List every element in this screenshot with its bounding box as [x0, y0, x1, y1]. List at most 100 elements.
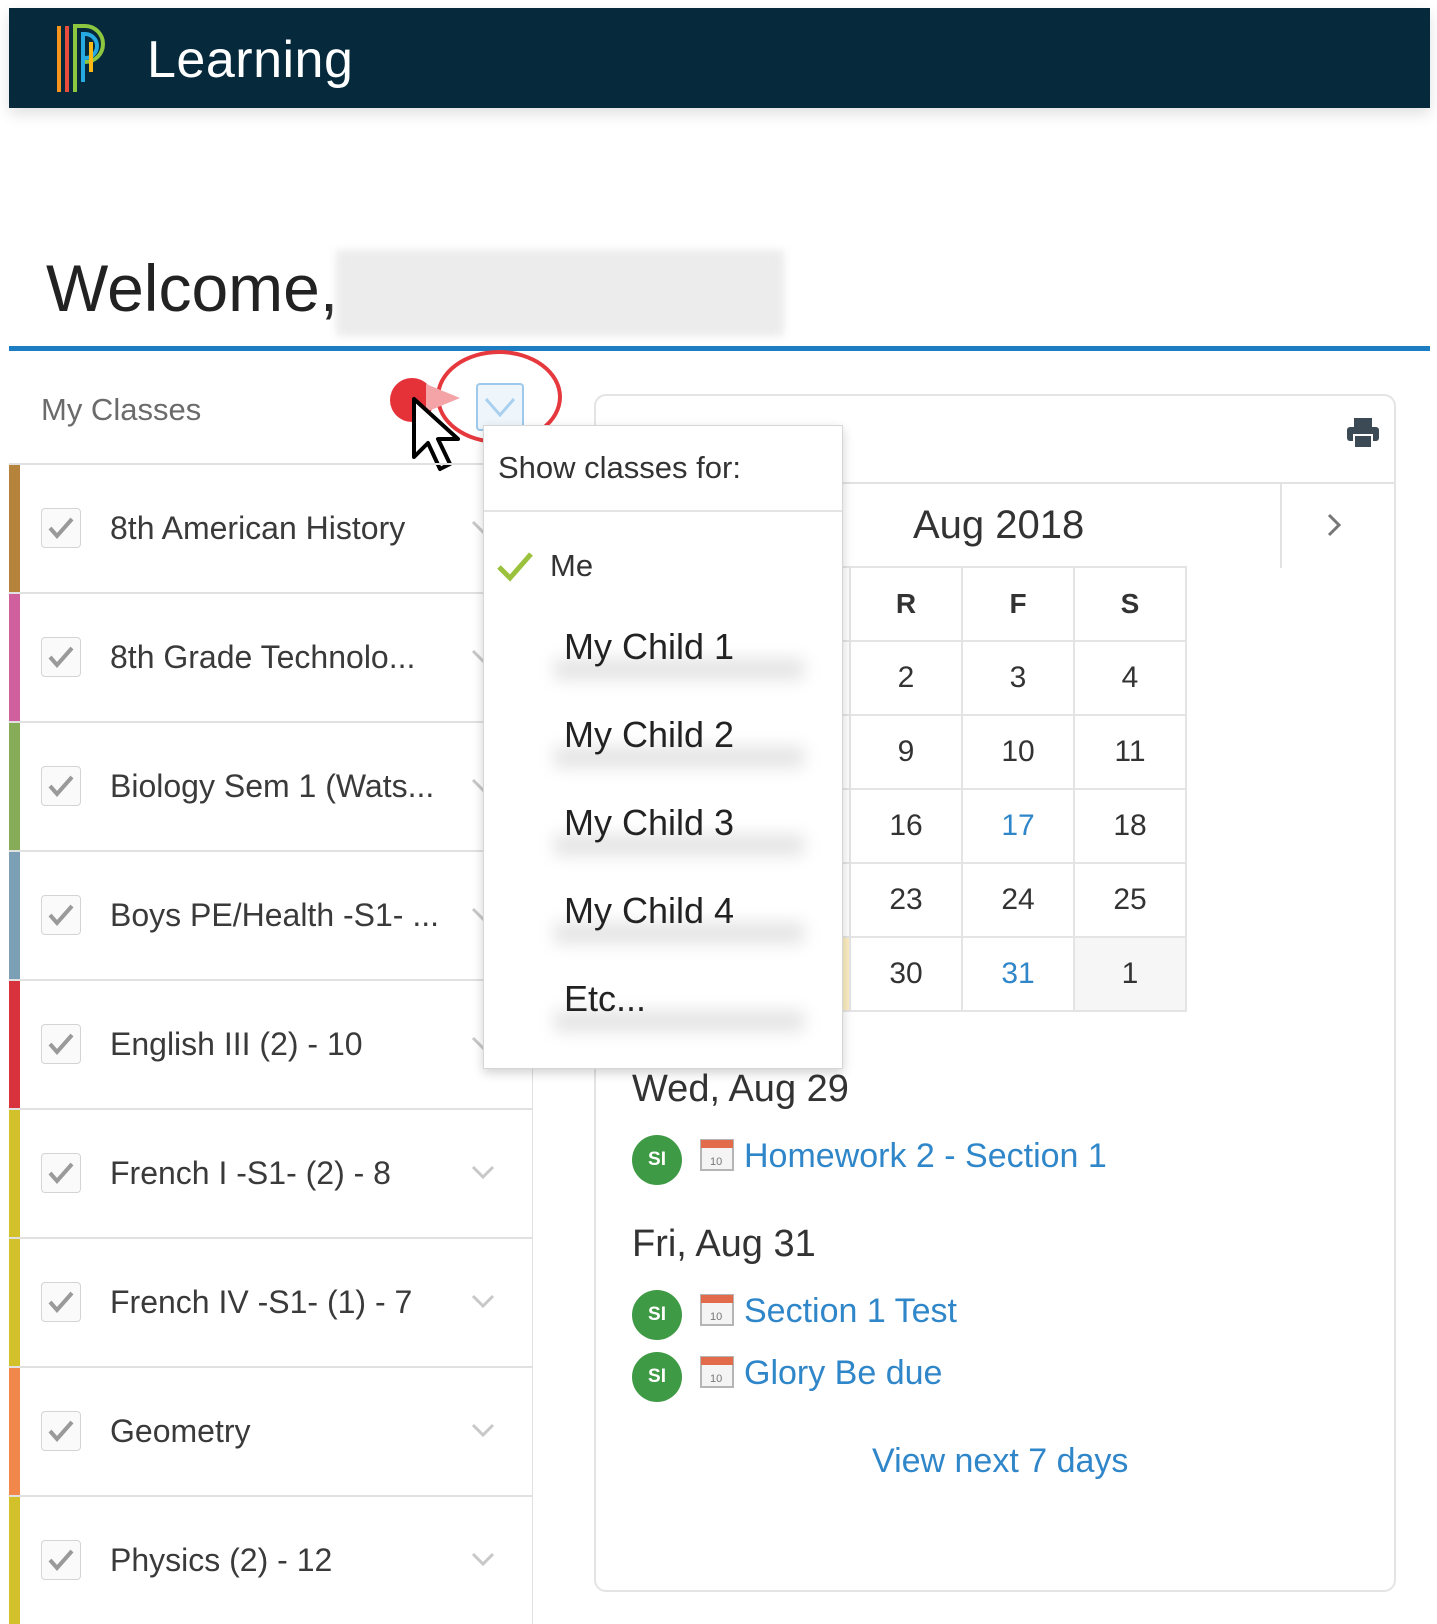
menu-divider: [484, 510, 842, 512]
calendar-day[interactable]: 3: [961, 640, 1075, 716]
calendar-day[interactable]: 30: [849, 936, 963, 1012]
menu-item-child[interactable]: My Child 1: [564, 626, 734, 668]
weekday-header: F: [961, 566, 1075, 642]
menu-item-child[interactable]: My Child 3: [564, 802, 734, 844]
class-row[interactable]: 8th Grade Technolo...: [9, 592, 533, 721]
event-title-link[interactable]: Section 1 Test: [744, 1292, 957, 1331]
class-row[interactable]: Biology Sem 1 (Wats...: [9, 721, 533, 850]
event-title-link[interactable]: Homework 2 - Section 1: [744, 1137, 1107, 1176]
chevron-down-icon[interactable]: [471, 1422, 495, 1438]
chevron-down-icon[interactable]: [471, 1551, 495, 1567]
welcome-divider: [9, 346, 1430, 351]
calendar-month-label: Aug 2018: [913, 503, 1085, 547]
class-checkbox[interactable]: [41, 895, 81, 935]
class-row[interactable]: Boys PE/Health -S1- ...: [9, 850, 533, 979]
menu-heading: Show classes for:: [498, 450, 741, 485]
class-row[interactable]: Geometry: [9, 1366, 533, 1495]
calendar-day[interactable]: 10: [961, 714, 1075, 790]
calendar-day[interactable]: 4: [1073, 640, 1187, 716]
menu-item-child[interactable]: My Child 4: [564, 890, 734, 932]
class-badge: SI: [632, 1135, 682, 1185]
calendar-day[interactable]: 9: [849, 714, 963, 790]
class-checkbox[interactable]: [41, 637, 81, 677]
calendar-day[interactable]: 23: [849, 862, 963, 938]
class-color-bar: [9, 465, 20, 592]
class-checkbox[interactable]: [41, 1024, 81, 1064]
top-navigation-bar: Learning: [9, 8, 1430, 108]
class-row[interactable]: 8th American History: [9, 463, 533, 592]
calendar-day-with-events[interactable]: 17: [961, 788, 1075, 864]
my-classes-title: My Classes: [41, 392, 202, 427]
powerschool-logo-icon[interactable]: [55, 22, 113, 94]
class-checkbox[interactable]: [41, 1540, 81, 1580]
checkmark-icon: [48, 1291, 74, 1314]
calendar-day[interactable]: 2: [849, 640, 963, 716]
class-name[interactable]: Boys PE/Health -S1- ...: [110, 897, 439, 934]
view-next-7-days-link[interactable]: View next 7 days: [872, 1442, 1128, 1481]
checkmark-icon: [48, 1549, 74, 1572]
class-name[interactable]: 8th American History: [110, 510, 405, 547]
chevron-down-icon[interactable]: [471, 1293, 495, 1309]
class-name[interactable]: Physics (2) - 12: [110, 1542, 332, 1579]
checkmark-icon: [48, 775, 74, 798]
class-name[interactable]: French I -S1- (2) - 8: [110, 1155, 391, 1192]
event-item[interactable]: SI 10 Homework 2 - Section 1: [632, 1135, 1107, 1197]
event-title-link[interactable]: Glory Be due: [744, 1354, 942, 1393]
class-color-bar: [9, 981, 20, 1108]
class-color-bar: [9, 594, 20, 721]
print-icon[interactable]: [1346, 417, 1380, 449]
show-classes-for-menu: Show classes for: Me My Child 1 My Child…: [483, 425, 843, 1069]
class-name[interactable]: Biology Sem 1 (Wats...: [110, 768, 434, 805]
class-name[interactable]: English III (2) - 10: [110, 1026, 363, 1063]
calendar-day[interactable]: 11: [1073, 714, 1187, 790]
calendar-day[interactable]: 1: [1073, 936, 1187, 1012]
checkmark-icon: [48, 1162, 74, 1185]
menu-item-child[interactable]: My Child 2: [564, 714, 734, 756]
class-color-bar: [9, 852, 20, 979]
class-checkbox[interactable]: [41, 766, 81, 806]
event-item[interactable]: SI 10 Section 1 Test: [632, 1290, 957, 1352]
calendar-day[interactable]: 24: [961, 862, 1075, 938]
event-item[interactable]: SI 10 Glory Be due: [632, 1352, 942, 1414]
class-name[interactable]: Geometry: [110, 1413, 250, 1450]
chevron-down-icon[interactable]: [471, 1164, 495, 1180]
svg-text:10: 10: [710, 1373, 722, 1385]
checkmark-icon: [497, 552, 533, 582]
class-name[interactable]: 8th Grade Technolo...: [110, 639, 415, 676]
app-title: Learning: [147, 31, 354, 89]
class-checkbox[interactable]: [41, 508, 81, 548]
calendar-day[interactable]: 16: [849, 788, 963, 864]
calendar-day[interactable]: 18: [1073, 788, 1187, 864]
checkmark-icon: [48, 646, 74, 669]
event-date-heading: Fri, Aug 31: [632, 1223, 816, 1265]
class-row[interactable]: Physics (2) - 12: [9, 1495, 533, 1624]
calendar-day-with-events[interactable]: 31: [961, 936, 1075, 1012]
class-name[interactable]: French IV -S1- (1) - 7: [110, 1284, 412, 1321]
class-color-bar: [9, 723, 20, 850]
menu-item-etc[interactable]: Etc...: [564, 978, 646, 1020]
calendar-icon: 10: [700, 1294, 734, 1326]
class-checkbox[interactable]: [41, 1411, 81, 1451]
svg-text:10: 10: [710, 1156, 722, 1168]
redacted-user-name: [336, 250, 784, 336]
class-row[interactable]: English III (2) - 10: [9, 979, 533, 1108]
class-badge: SI: [632, 1290, 682, 1340]
upcoming-events: Wed, Aug 29 SI 10 Homework 2 - Section 1…: [632, 1068, 1107, 1414]
event-date-heading: Wed, Aug 29: [632, 1068, 849, 1110]
chevron-right-icon[interactable]: [1326, 512, 1342, 538]
class-checkbox[interactable]: [41, 1282, 81, 1322]
class-badge: SI: [632, 1352, 682, 1402]
welcome-heading: Welcome,: [46, 251, 339, 325]
class-row[interactable]: French I -S1- (2) - 8: [9, 1108, 533, 1237]
class-list: 8th American History 8th Grade Technolo.…: [9, 463, 533, 1624]
checkmark-icon: [48, 1420, 74, 1443]
class-color-bar: [9, 1497, 20, 1624]
class-row[interactable]: French IV -S1- (1) - 7: [9, 1237, 533, 1366]
class-color-bar: [9, 1368, 20, 1495]
calendar-icon: 10: [700, 1356, 734, 1388]
class-checkbox[interactable]: [41, 1153, 81, 1193]
checkmark-icon: [48, 904, 74, 927]
calendar-day[interactable]: 25: [1073, 862, 1187, 938]
class-color-bar: [9, 1110, 20, 1237]
menu-item-me[interactable]: Me: [550, 548, 593, 584]
